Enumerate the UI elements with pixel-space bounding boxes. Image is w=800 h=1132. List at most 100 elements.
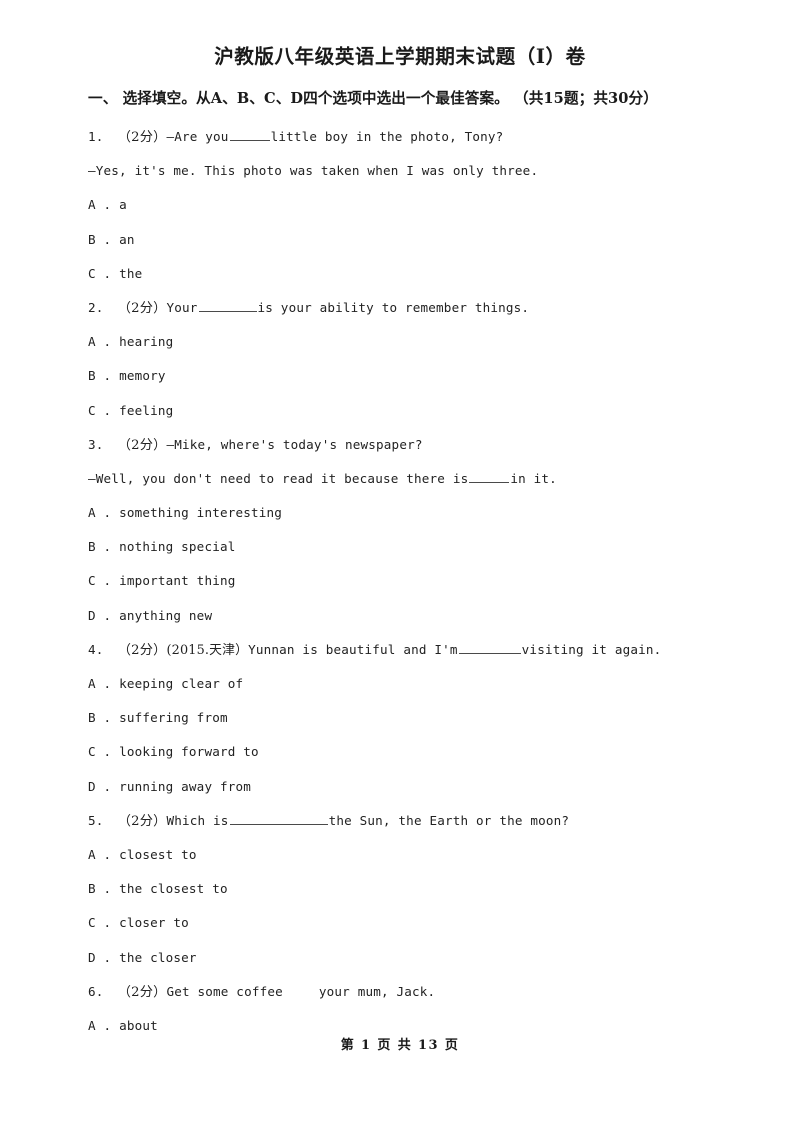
option-letter: A .: [88, 334, 112, 350]
option-label: about: [119, 1017, 158, 1033]
question-points: （2分）: [117, 437, 167, 453]
option-a[interactable]: A . keeping clear of: [88, 667, 748, 701]
option-c[interactable]: C . the: [88, 257, 748, 291]
option-c[interactable]: C . closer to: [88, 906, 748, 940]
question-text: Get some coffee: [166, 983, 283, 999]
option-letter: C .: [88, 402, 112, 418]
question-text-tail: is your ability to remember things.: [257, 299, 530, 315]
option-letter: C .: [88, 265, 112, 281]
option-label: closest to: [119, 846, 197, 862]
question-text: Your: [166, 299, 198, 315]
option-letter: D .: [88, 949, 112, 965]
option-label: important thing: [119, 573, 236, 589]
question-points: （2分）: [117, 984, 167, 1000]
answer-blank[interactable]: [469, 470, 510, 483]
option-label: memory: [119, 368, 166, 384]
continuation-text: —Well, you don't need to read it because…: [88, 470, 469, 486]
question-text: —Are you: [166, 129, 229, 144]
question-stem: 6. （2分）Get some coffee your mum, Jack.: [88, 975, 748, 1009]
option-letter: C .: [88, 573, 112, 589]
option-label: nothing special: [119, 539, 236, 555]
option-label: the closest to: [119, 881, 228, 897]
option-c[interactable]: C . looking forward to: [88, 735, 748, 769]
option-d[interactable]: D . anything new: [88, 599, 748, 633]
question-text: —Mike, where's today's newspaper?: [166, 436, 423, 452]
option-b[interactable]: B . the closest to: [88, 872, 748, 906]
answer-blank[interactable]: [198, 299, 257, 312]
option-d[interactable]: D . running away from: [88, 770, 748, 804]
question-points: （2分）: [117, 130, 167, 145]
option-letter: A .: [88, 197, 112, 213]
option-label: running away from: [119, 778, 252, 794]
option-label: hearing: [119, 334, 174, 350]
question-points: （2分）: [117, 300, 167, 316]
option-letter: A .: [88, 846, 112, 862]
section-heading: 一、 选择填空。从A、B、C、D四个选项中选出一个最佳答案。 （共15题；共30…: [88, 90, 658, 107]
question-points: （2分）: [117, 813, 167, 829]
answer-blank[interactable]: [229, 128, 270, 141]
option-letter: B .: [88, 539, 112, 555]
option-label: suffering from: [119, 710, 228, 726]
option-label: a: [119, 197, 127, 213]
question-stem: 3. （2分）—Mike, where's today's newspaper?: [88, 428, 748, 462]
question-text-tail: little boy in the photo, Tony?: [270, 129, 504, 144]
option-b[interactable]: B . memory: [88, 359, 748, 393]
question-list: 1. （2分）—Are you little boy in the photo, …: [88, 120, 748, 1043]
question-number: 1.: [88, 129, 104, 144]
option-letter: A .: [88, 676, 112, 691]
option-label: closer to: [119, 915, 189, 931]
option-letter: B .: [88, 231, 112, 247]
continuation-text: —Yes, it's me. This photo was taken when…: [88, 163, 539, 179]
option-label: feeling: [119, 402, 174, 418]
question-text-tail: your mum, Jack.: [318, 983, 436, 999]
option-c[interactable]: C . feeling: [88, 394, 748, 428]
option-letter: C .: [88, 915, 112, 931]
question-continuation: —Yes, it's me. This photo was taken when…: [88, 154, 748, 188]
option-label: looking forward to: [119, 744, 259, 760]
option-letter: B .: [88, 881, 112, 897]
option-b[interactable]: B . an: [88, 223, 748, 257]
question-stem: 4. （2分）(2015.天津）Yunnan is beautiful and …: [88, 633, 748, 667]
question-text: Which is: [166, 812, 229, 828]
option-letter: D .: [88, 778, 112, 794]
question-number: 4.: [88, 641, 104, 657]
option-b[interactable]: B . nothing special: [88, 530, 748, 564]
option-a[interactable]: A . a: [88, 188, 748, 222]
question-stem: 5. （2分）Which is the Sun, the Earth or the…: [88, 804, 748, 838]
question-text-tail: visiting it again.: [521, 641, 662, 657]
question-number: 2.: [88, 299, 104, 315]
question-source-tag: (2015.天津）: [166, 642, 249, 658]
page-title: 沪教版八年级英语上学期期末试题（I）卷: [214, 45, 586, 68]
answer-blank[interactable]: [284, 984, 318, 996]
question-points: （2分）: [117, 642, 167, 658]
option-label: keeping clear of: [119, 676, 244, 691]
option-label: an: [119, 231, 135, 247]
exam-page: 沪教版八年级英语上学期期末试题（I）卷 一、 选择填空。从A、B、C、D四个选项…: [0, 0, 800, 1132]
option-c[interactable]: C . important thing: [88, 564, 748, 598]
option-b[interactable]: B . suffering from: [88, 701, 748, 735]
option-a[interactable]: A . closest to: [88, 838, 748, 872]
question-text-tail: the Sun, the Earth or the moon?: [328, 812, 570, 828]
option-letter: A .: [88, 505, 112, 521]
option-d[interactable]: D . the closer: [88, 941, 748, 975]
option-letter: C .: [88, 744, 112, 760]
question-number: 5.: [88, 812, 104, 828]
option-label: anything new: [119, 607, 213, 623]
question-text: Yunnan is beautiful and I'm: [248, 641, 458, 657]
question-stem: 2. （2分）Your is your ability to remember t…: [88, 291, 748, 325]
question-continuation: —Well, you don't need to read it because…: [88, 462, 748, 496]
option-label: something interesting: [119, 505, 283, 521]
option-letter: B .: [88, 710, 112, 726]
question-number: 3.: [88, 436, 104, 452]
answer-blank[interactable]: [458, 641, 521, 654]
option-letter: D .: [88, 607, 112, 623]
option-a[interactable]: A . hearing: [88, 325, 748, 359]
question-stem: 1. （2分）—Are you little boy in the photo, …: [88, 120, 748, 154]
option-a[interactable]: A . something interesting: [88, 496, 748, 530]
option-letter: B .: [88, 368, 112, 384]
page-footer: 第 1 页 共 13 页: [340, 1038, 460, 1053]
answer-blank[interactable]: [229, 812, 328, 825]
option-label: the: [119, 265, 143, 281]
question-number: 6.: [88, 983, 104, 999]
continuation-text-tail: in it.: [510, 470, 557, 486]
